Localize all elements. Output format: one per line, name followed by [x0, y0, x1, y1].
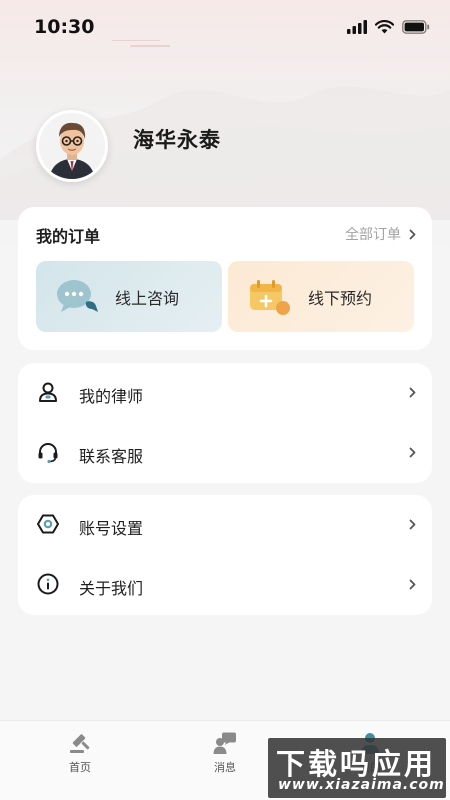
tab-home[interactable]: 首页 — [35, 731, 125, 775]
menu-group-1: 我的律师 联系客服 — [18, 363, 432, 483]
message-person-icon — [213, 732, 236, 754]
calendar-add-icon — [250, 280, 290, 315]
online-consult-tile[interactable]: 线上咨询 — [36, 261, 222, 332]
menu-label-account-settings: 账号设置 — [79, 519, 144, 538]
signal-icon — [347, 20, 367, 34]
status-time: 10:30 — [34, 16, 95, 38]
headset-icon — [38, 443, 58, 463]
chevron-right-icon — [409, 519, 416, 530]
chevron-right-icon — [409, 387, 416, 398]
battery-icon — [402, 20, 430, 34]
chevron-right-icon — [409, 229, 416, 239]
tab-messages[interactable]: 消息 — [180, 731, 270, 775]
hexagon-settings-icon — [37, 514, 59, 534]
avatar-man-with-glasses-icon — [39, 113, 105, 179]
watermark-bottom-text: www.xiazaima.com — [278, 777, 445, 793]
profile-name: 海华永泰 — [133, 128, 221, 152]
gavel-icon — [70, 734, 90, 753]
offline-appointment-tile[interactable]: 线下预约 — [228, 261, 414, 332]
menu-item-my-lawyer[interactable]: 我的律师 — [18, 363, 432, 423]
menu-item-account-settings[interactable]: 账号设置 — [18, 495, 432, 555]
tab-messages-label: 消息 — [214, 761, 236, 774]
menu-group-2: 账号设置 关于我们 — [18, 495, 432, 615]
info-icon — [37, 573, 59, 595]
menu-label-customer-service: 联系客服 — [79, 447, 144, 466]
wifi-icon — [375, 20, 394, 34]
menu-item-about-us[interactable]: 关于我们 — [18, 555, 432, 615]
offline-appointment-label: 线下预约 — [308, 289, 373, 308]
orders-card: 我的订单 全部订单 线上咨询 线下预约 — [18, 207, 432, 350]
chevron-right-icon — [409, 447, 416, 458]
watermark-logo: 下载吗应用 www.xiazaima.com — [268, 738, 446, 798]
chevron-right-icon — [409, 579, 416, 590]
tab-home-label: 首页 — [69, 761, 91, 774]
online-consult-label: 线上咨询 — [115, 289, 180, 308]
person-icon — [39, 382, 57, 402]
menu-label-about-us: 关于我们 — [79, 579, 144, 598]
avatar[interactable] — [36, 110, 108, 182]
status-bar: 10:30 — [0, 0, 450, 54]
menu-item-customer-service[interactable]: 联系客服 — [18, 423, 432, 483]
view-all-orders-link[interactable]: 全部订单 — [345, 224, 416, 244]
status-icons — [347, 20, 430, 34]
view-all-orders-label: 全部订单 — [345, 227, 401, 243]
menu-label-my-lawyer: 我的律师 — [79, 387, 144, 406]
chat-bubble-icon — [57, 280, 98, 312]
orders-title: 我的订单 — [36, 227, 101, 246]
